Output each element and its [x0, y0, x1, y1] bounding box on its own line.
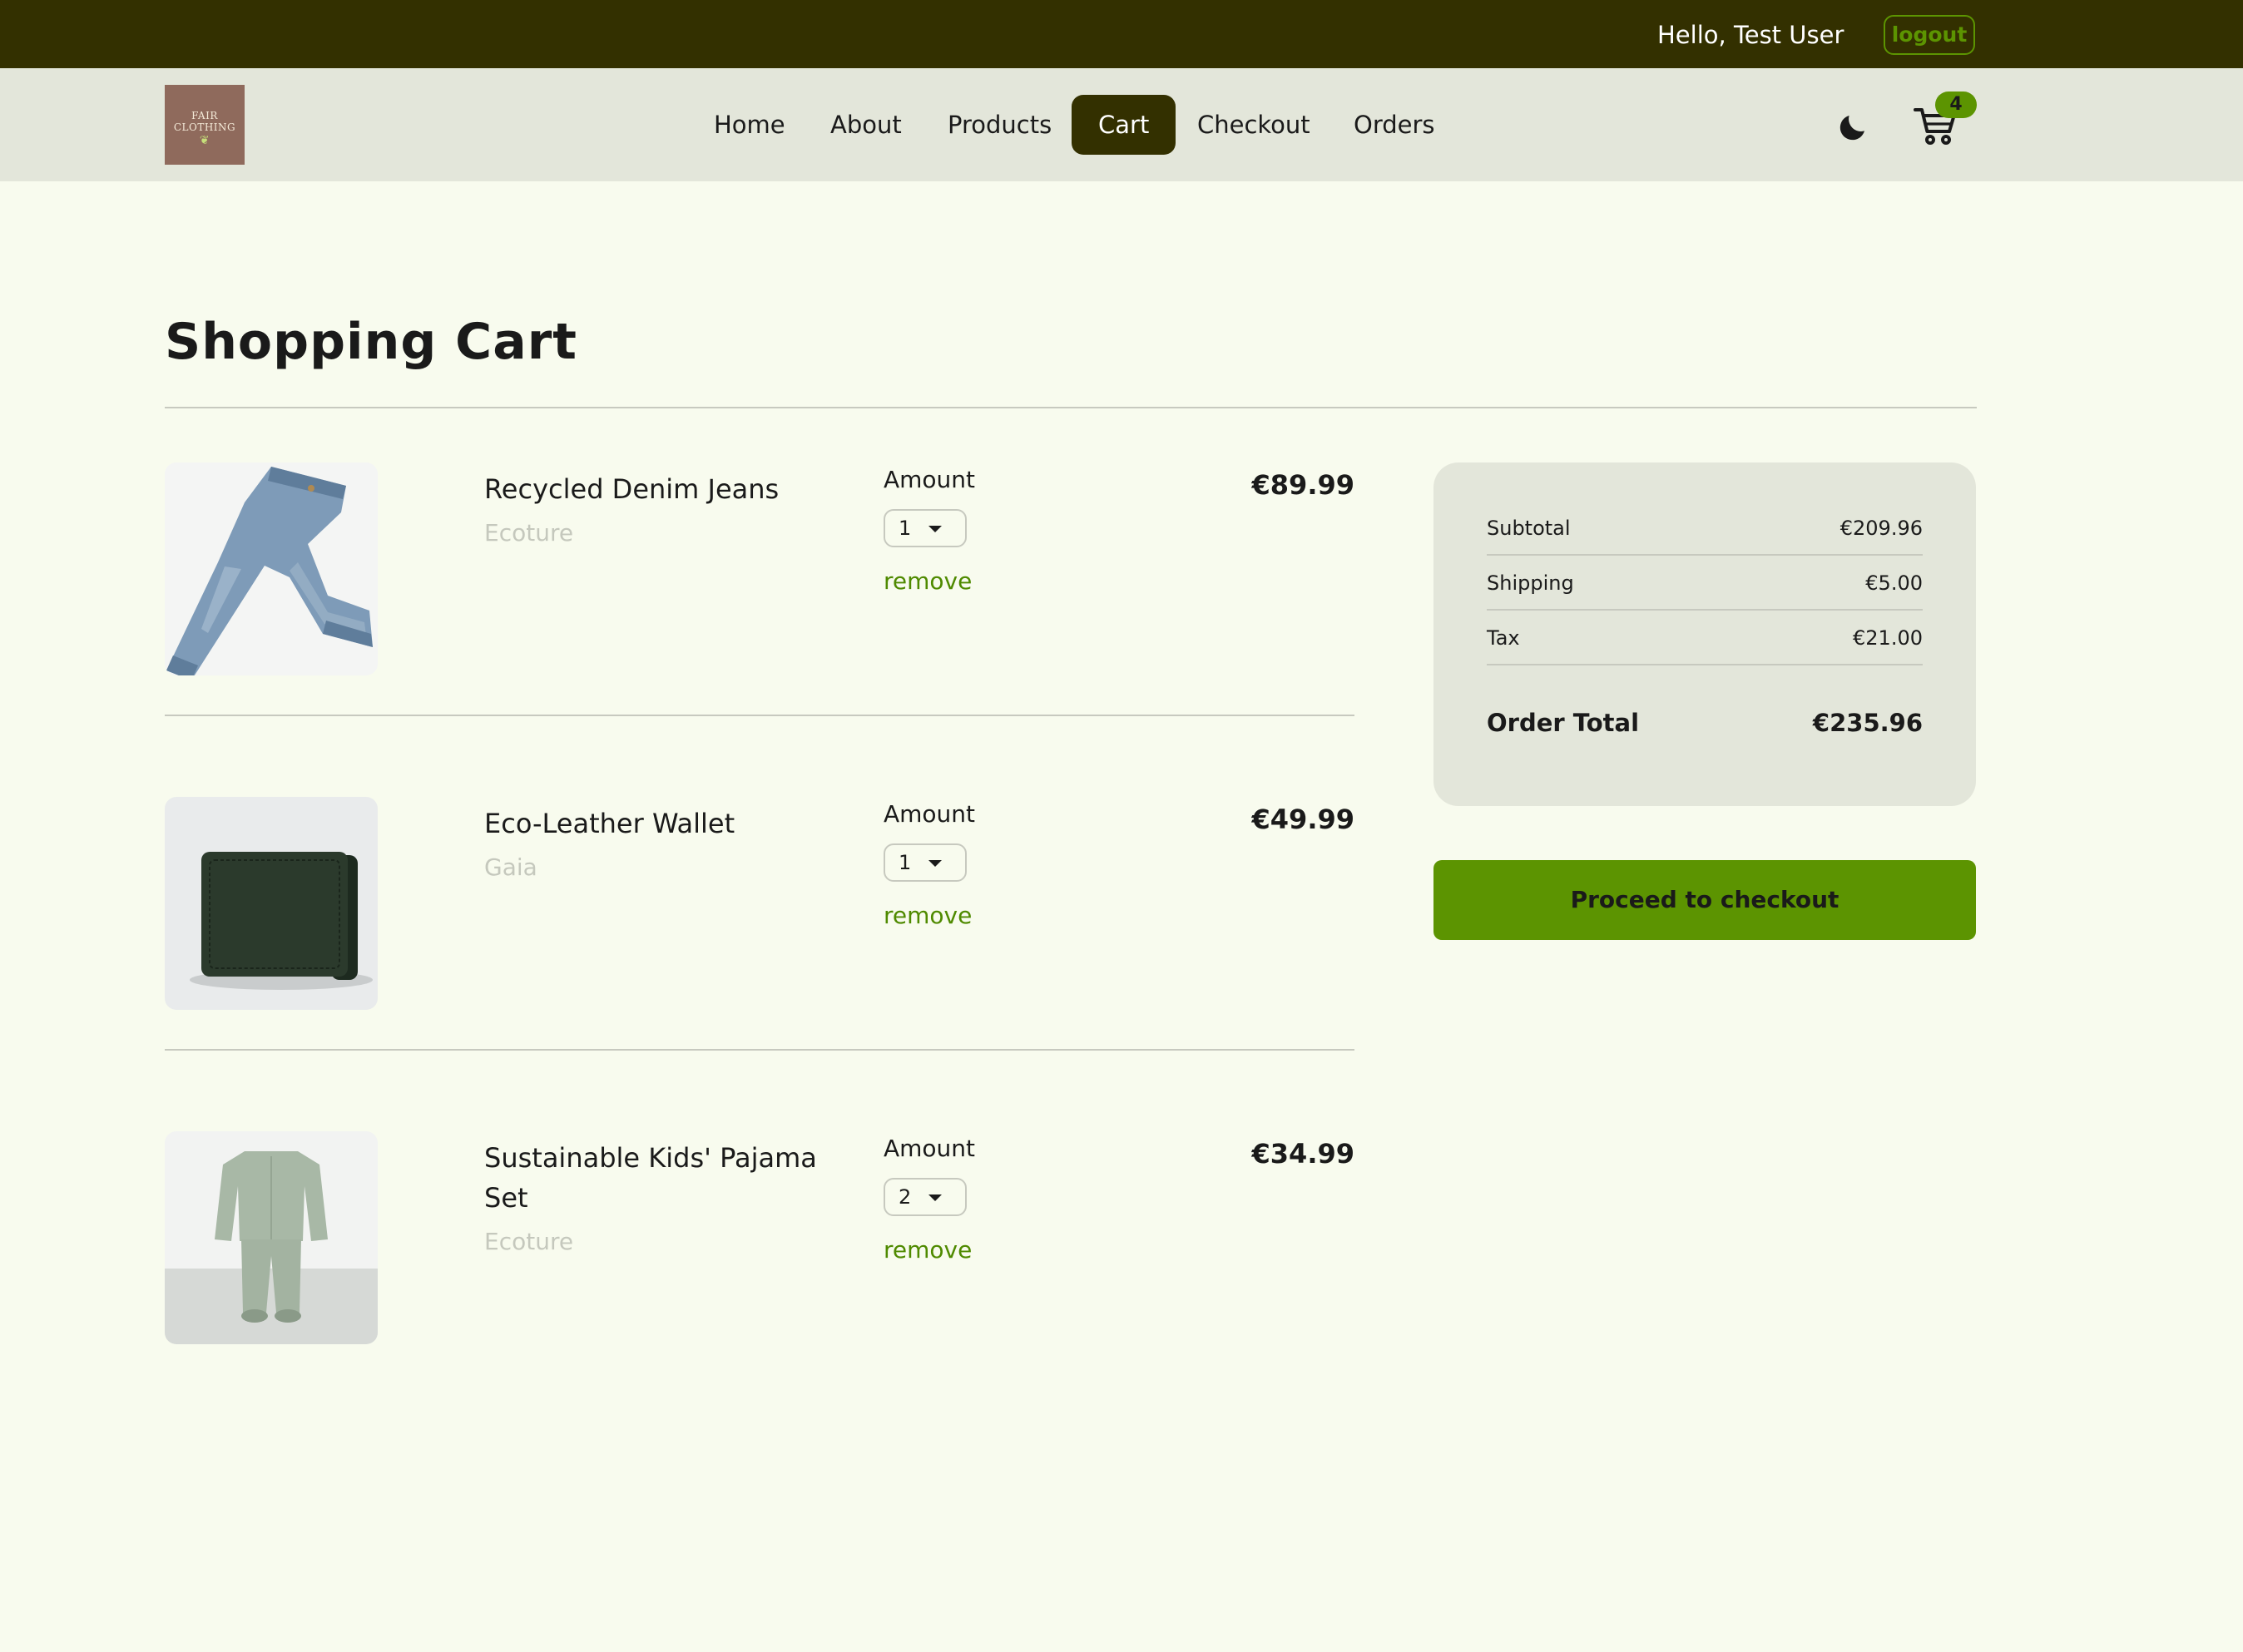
moon-icon[interactable] [1835, 110, 1870, 145]
main-navbar: FAIR CLOTHING ❦ Home About Products Cart… [0, 68, 2243, 181]
caret-down-icon [928, 1194, 942, 1201]
quantity-value: 1 [899, 851, 912, 874]
cart-item: Sustainable Kids' Pajama Set Ecoture Amo… [165, 1131, 1354, 1348]
nav-orders[interactable]: Orders [1327, 95, 1462, 155]
product-image-jeans[interactable] [165, 462, 378, 675]
quantity-select[interactable]: 2 [884, 1178, 967, 1216]
order-summary: Subtotal €209.96 Shipping €5.00 Tax €21.… [1433, 462, 1976, 806]
product-image-wallet[interactable] [165, 797, 378, 1010]
shipping-row: Shipping €5.00 [1487, 556, 1923, 611]
quantity-value: 1 [899, 517, 912, 540]
user-greeting: Hello, Test User [1657, 21, 1844, 49]
shipping-label: Shipping [1487, 571, 1574, 595]
subtotal-value: €209.96 [1839, 517, 1923, 540]
subtotal-row: Subtotal €209.96 [1487, 501, 1923, 556]
page-title: Shopping Cart [165, 313, 577, 371]
nav-about[interactable]: About [804, 95, 928, 155]
tax-value: €21.00 [1853, 626, 1923, 650]
leaf-icon: ❦ [199, 134, 210, 147]
caret-down-icon [928, 860, 942, 867]
item-name[interactable]: Sustainable Kids' Pajama Set [484, 1138, 834, 1218]
amount-label: Amount [884, 1135, 976, 1162]
quantity-value: 2 [899, 1185, 912, 1209]
item-price: €34.99 [1251, 1138, 1354, 1170]
cart-item: Eco-Leather Wallet Gaia Amount 1 remove … [165, 797, 1354, 1013]
nav-products[interactable]: Products [921, 95, 1078, 155]
tax-label: Tax [1487, 626, 1520, 650]
title-divider [165, 407, 1977, 408]
subtotal-label: Subtotal [1487, 517, 1571, 540]
shipping-value: €5.00 [1865, 571, 1923, 595]
item-name[interactable]: Eco-Leather Wallet [484, 804, 834, 843]
nav-home[interactable]: Home [687, 95, 812, 155]
quantity-select[interactable]: 1 [884, 843, 967, 882]
product-image-pajama[interactable] [165, 1131, 378, 1344]
brand-logo[interactable]: FAIR CLOTHING ❦ [165, 85, 245, 165]
logout-button[interactable]: logout [1884, 15, 1975, 55]
logo-text-line1: FAIR [191, 110, 218, 121]
order-total-row: Order Total €235.96 [1487, 695, 1923, 750]
item-brand: Gaia [484, 853, 537, 881]
proceed-to-checkout-button[interactable]: Proceed to checkout [1433, 860, 1976, 940]
quantity-select[interactable]: 1 [884, 509, 967, 547]
item-brand: Ecoture [484, 519, 574, 547]
nav-cart[interactable]: Cart [1072, 95, 1176, 155]
item-price: €89.99 [1251, 469, 1354, 501]
remove-link[interactable]: remove [884, 902, 972, 929]
item-brand: Ecoture [484, 1228, 574, 1255]
item-name[interactable]: Recycled Denim Jeans [484, 469, 834, 509]
remove-link[interactable]: remove [884, 1236, 972, 1264]
logo-text-line2: CLOTHING [173, 121, 236, 133]
nav-checkout[interactable]: Checkout [1171, 95, 1337, 155]
remove-link[interactable]: remove [884, 567, 972, 595]
top-bar: Hello, Test User logout [0, 0, 2243, 68]
item-divider [165, 1049, 1354, 1051]
amount-label: Amount [884, 800, 976, 828]
item-price: €49.99 [1251, 804, 1354, 835]
caret-down-icon [928, 526, 942, 532]
order-total-label: Order Total [1487, 709, 1640, 737]
cart-item: Recycled Denim Jeans Ecoture Amount 1 re… [165, 462, 1354, 679]
order-total-value: €235.96 [1812, 709, 1923, 737]
tax-row: Tax €21.00 [1487, 611, 1923, 665]
amount-label: Amount [884, 466, 976, 493]
item-divider [165, 715, 1354, 716]
cart-count-badge: 4 [1935, 92, 1977, 118]
